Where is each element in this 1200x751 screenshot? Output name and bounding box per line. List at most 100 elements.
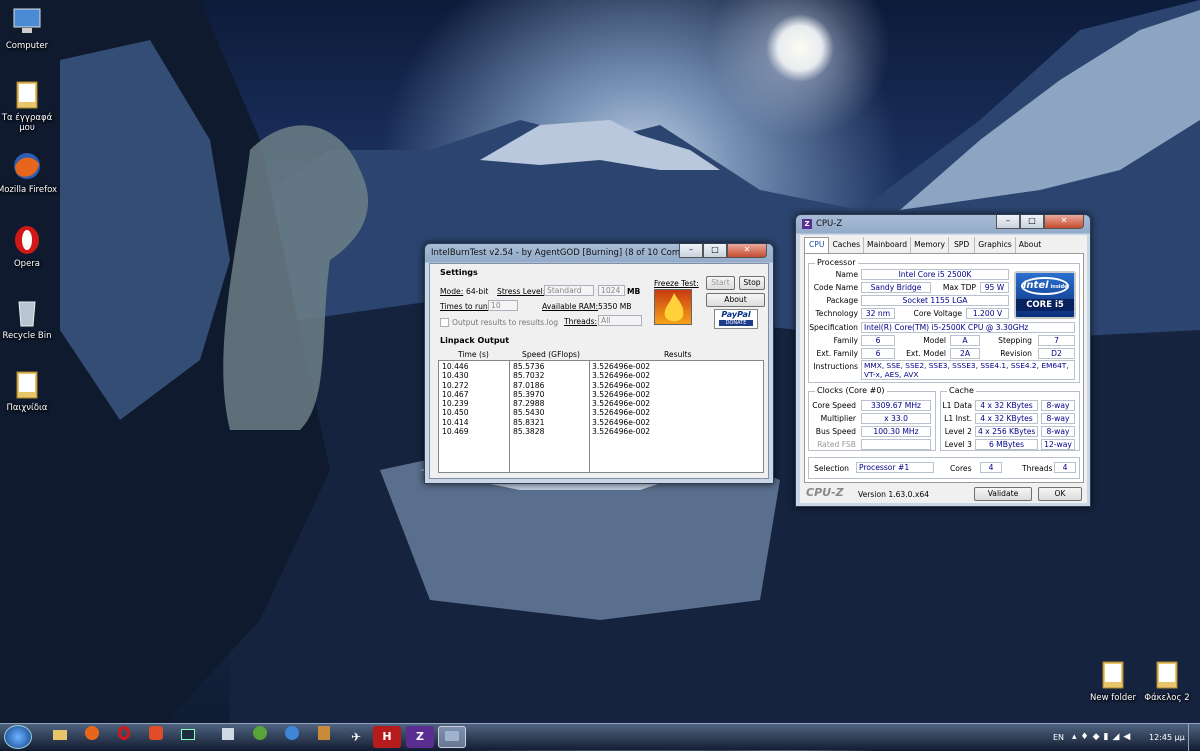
threads-select[interactable]: All	[598, 315, 642, 326]
opera-taskbar-button[interactable]	[110, 726, 138, 748]
donate-label: DONATE	[719, 320, 753, 326]
ok-button[interactable]: OK	[1038, 487, 1082, 501]
app-taskbar-button[interactable]	[214, 726, 242, 748]
desktop-icon-computer[interactable]: Computer	[0, 6, 58, 51]
app-taskbar-button[interactable]	[174, 726, 202, 748]
tray-icons[interactable]: ▴♦◆▮◢◀	[1072, 732, 1134, 742]
tab-caches[interactable]: Caches	[829, 237, 865, 253]
close-button[interactable]: ✕	[727, 244, 767, 258]
computer-icon	[11, 6, 43, 38]
times-input[interactable]: 10	[488, 300, 518, 311]
results-column: 3.526496e-002 3.526496e-002 3.526496e-00…	[592, 362, 651, 437]
language-indicator[interactable]: EN	[1053, 733, 1064, 742]
memory-input[interactable]: 1024	[598, 285, 625, 296]
linpack-output-table[interactable]: 10.446 10.430 10.272 10.467 10.239 10.45…	[438, 360, 764, 473]
about-button[interactable]: About	[706, 293, 765, 307]
tab-about[interactable]: About	[1016, 237, 1044, 253]
stress-label: Stress Level:	[497, 287, 546, 296]
name-label: Name	[835, 270, 858, 279]
l3-value: 6 MBytes	[975, 439, 1038, 450]
l2-value: 4 x 256 KBytes	[975, 426, 1038, 437]
desktop-icon-firefox[interactable]: Mozilla Firefox	[0, 150, 58, 195]
app-icon	[318, 726, 330, 740]
desktop-icon-folder-2[interactable]: Φάκελος 2	[1136, 658, 1198, 703]
multiplier-value: x 33.0	[861, 413, 931, 424]
start-button[interactable]: Start	[706, 276, 735, 290]
mode-value: 64-bit	[466, 287, 489, 296]
intel-core-i5-logo: intel inside CORE i5	[1014, 271, 1076, 319]
linpack-title: Linpack Output	[440, 336, 510, 345]
stop-button[interactable]: Stop	[739, 276, 765, 290]
family-label: Family	[833, 336, 858, 345]
cpuz-app-icon: Z	[802, 219, 812, 229]
app-icon	[222, 728, 234, 740]
revision-value: D2	[1038, 348, 1075, 359]
globe-icon	[285, 726, 299, 740]
monitor-icon	[181, 729, 195, 740]
l2-label: Level 2	[944, 427, 972, 436]
tab-spd[interactable]: SPD	[949, 237, 976, 253]
col-header-speed: Speed (GFlops)	[522, 350, 580, 359]
extfamily-value: 6	[861, 348, 895, 359]
start-button[interactable]	[4, 725, 32, 749]
app-taskbar-button[interactable]: ✈	[342, 726, 370, 748]
folder-icon	[1151, 658, 1183, 690]
output-checkbox[interactable]	[440, 318, 449, 327]
utorrent-taskbar-button[interactable]	[246, 726, 274, 748]
hwmonitor-taskbar-button[interactable]: H	[373, 726, 401, 748]
desktop-icon-games[interactable]: Παιχνίδια	[0, 368, 58, 413]
firefox-taskbar-button[interactable]	[78, 726, 106, 748]
stress-level-select[interactable]: Standard	[544, 285, 594, 296]
app-taskbar-button[interactable]	[310, 726, 338, 748]
close-button[interactable]: ✕	[1044, 215, 1084, 229]
desktop-icon-label: Recycle Bin	[2, 331, 52, 341]
threads-label: Threads:	[564, 317, 598, 326]
paypal-donate-button[interactable]: PayPal DONATE	[714, 309, 758, 329]
l3-way: 12-way	[1041, 439, 1075, 450]
extfamily-label: Ext. Family	[816, 349, 858, 358]
maximize-button[interactable]: □	[1020, 215, 1044, 229]
flame-icon	[664, 293, 684, 322]
desktop-icon-new-folder[interactable]: New folder	[1082, 658, 1144, 703]
l1d-label: L1 Data	[942, 401, 972, 410]
utorrent-icon	[253, 726, 267, 740]
intelburntest-window: IntelBurnTest v2.54 - by AgentGOD [Burni…	[424, 243, 774, 484]
app-taskbar-button[interactable]	[142, 726, 170, 748]
stepping-value: 7	[1038, 335, 1075, 346]
desktop-icon-recycle-bin[interactable]: Recycle Bin	[0, 296, 58, 341]
tab-memory[interactable]: Memory	[911, 237, 949, 253]
minimize-button[interactable]: –	[996, 215, 1020, 229]
cores-label: Cores	[950, 464, 972, 473]
l1d-way: 8-way	[1041, 400, 1075, 411]
codename-label: Code Name	[813, 283, 858, 292]
minimize-button[interactable]: –	[679, 244, 703, 258]
app-taskbar-button[interactable]	[278, 726, 306, 748]
ram-label: Available RAM:	[542, 302, 599, 311]
desktop-icon-opera[interactable]: Opera	[0, 224, 58, 269]
package-value: Socket 1155 LGA	[861, 295, 1009, 306]
version-label: Version 1.63.0.x64	[858, 490, 930, 499]
selection-select[interactable]: Processor #1	[856, 462, 934, 473]
freeze-label: Freeze Test:	[654, 279, 699, 288]
extmodel-value: 2A	[950, 348, 980, 359]
desktop-icon-documents[interactable]: Τα έγγραφά μου	[0, 78, 58, 133]
tab-strip: CPU Caches Mainboard Memory SPD Graphics…	[804, 237, 1044, 253]
extmodel-label: Ext. Model	[906, 349, 946, 358]
mode-label: Mode:	[440, 287, 464, 296]
tab-graphics[interactable]: Graphics	[975, 237, 1016, 253]
tab-cpu[interactable]: CPU	[804, 237, 830, 253]
tab-mainboard[interactable]: Mainboard	[864, 237, 912, 253]
maximize-button[interactable]: □	[703, 244, 727, 258]
explorer-taskbar-button[interactable]	[46, 726, 74, 748]
show-desktop-button[interactable]	[1188, 724, 1200, 751]
desktop-icon-label: Φάκελος 2	[1144, 693, 1190, 703]
validate-button[interactable]: Validate	[974, 487, 1032, 501]
core-i5-label: CORE i5	[1016, 299, 1074, 311]
multiplier-label: Multiplier	[820, 414, 856, 423]
firefox-icon	[11, 150, 43, 182]
cpuz-taskbar-button[interactable]: Z	[406, 726, 434, 748]
intelburntest-taskbar-button[interactable]	[438, 726, 466, 748]
freeze-test-image[interactable]	[654, 289, 692, 325]
clock[interactable]: 12:45 μμ	[1149, 733, 1185, 742]
threads-value: 4	[1054, 462, 1076, 473]
